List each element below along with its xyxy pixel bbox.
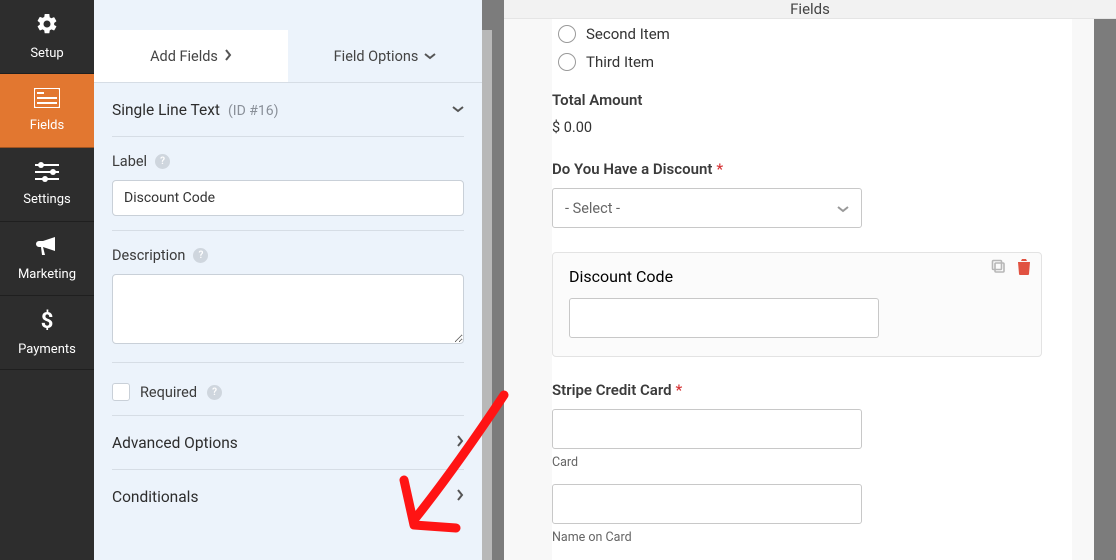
nav-label: Marketing	[18, 267, 76, 282]
total-amount-label: Total Amount	[552, 91, 1042, 109]
scrollbar-thumb[interactable]	[482, 30, 492, 560]
nav-label: Payments	[18, 342, 76, 357]
field-label: Stripe Credit Card	[552, 381, 672, 399]
chevron-right-icon	[456, 489, 464, 505]
conditionals-section[interactable]: Conditionals	[112, 470, 464, 524]
total-amount-value: $ 0.00	[552, 119, 1042, 136]
chevron-right-icon	[456, 435, 464, 451]
card-sublabel: Card	[552, 455, 1042, 470]
help-icon[interactable]: ?	[155, 154, 170, 169]
total-amount-field[interactable]: Total Amount $ 0.00	[552, 91, 1042, 136]
name-on-card-input[interactable]	[552, 484, 862, 524]
radio-option[interactable]: Second Item	[558, 25, 1042, 43]
required-checkbox[interactable]	[112, 383, 130, 401]
chevron-down-icon	[837, 200, 849, 217]
field-id-label: (ID #16)	[228, 103, 279, 119]
chevron-right-icon	[224, 49, 232, 64]
discount-question-field[interactable]: Do You Have a Discount * - Select -	[552, 160, 1042, 228]
tab-field-options[interactable]: Field Options	[288, 30, 482, 82]
preview-area: Fields Second Item Third Item	[504, 0, 1116, 560]
field-label: Do You Have a Discount	[552, 160, 712, 178]
nav-label: Settings	[23, 192, 70, 207]
chevron-down-icon	[424, 49, 436, 63]
dollar-icon: $	[40, 308, 54, 336]
svg-text:$: $	[41, 309, 54, 332]
help-icon[interactable]: ?	[207, 385, 222, 400]
field-type-title: Single Line Text	[112, 101, 220, 119]
discount-select[interactable]: - Select -	[552, 188, 862, 228]
description-title: Description	[112, 247, 185, 264]
label-input[interactable]	[112, 180, 464, 216]
chevron-down-icon	[452, 102, 464, 117]
panel-scrollbar[interactable]	[482, 30, 492, 560]
gear-icon	[35, 12, 59, 40]
form-icon	[34, 88, 60, 112]
radio-icon	[558, 25, 576, 43]
field-label: Discount Code	[569, 267, 1025, 286]
select-placeholder: - Select -	[565, 200, 620, 217]
sliders-icon	[35, 162, 59, 186]
advanced-options-section[interactable]: Advanced Options	[112, 416, 464, 470]
preview-gutter	[1094, 19, 1116, 560]
radio-label: Second Item	[586, 25, 670, 43]
conditionals-title: Conditionals	[112, 488, 198, 506]
description-input[interactable]	[112, 274, 464, 344]
duplicate-icon[interactable]	[991, 259, 1007, 279]
nav-label: Setup	[30, 46, 63, 61]
card-input[interactable]	[552, 409, 862, 449]
help-icon[interactable]: ?	[193, 248, 208, 263]
nav-marketing[interactable]: Marketing	[0, 222, 94, 296]
required-asterisk: *	[676, 381, 683, 399]
trash-icon[interactable]	[1017, 259, 1031, 279]
stripe-card-field[interactable]: Stripe Credit Card * Card Name on Card	[552, 381, 1042, 545]
tab-label: Field Options	[334, 48, 419, 65]
nav-label: Fields	[30, 118, 64, 133]
panel-tabs: Add Fields Field Options	[94, 30, 482, 83]
label-title: Label	[112, 153, 147, 170]
main-nav: Setup Fields Settings Marketing $ Paymen…	[0, 0, 94, 560]
nav-setup[interactable]: Setup	[0, 0, 94, 74]
field-options-panel: Add Fields Field Options Single Line Tex…	[94, 0, 482, 560]
tab-label: Add Fields	[150, 48, 218, 65]
nav-settings[interactable]: Settings	[0, 148, 94, 222]
discount-code-input[interactable]	[569, 298, 879, 338]
required-asterisk: *	[716, 160, 723, 178]
field-type-header[interactable]: Single Line Text (ID #16)	[112, 83, 464, 137]
preview-header: Fields	[504, 0, 1116, 19]
radio-icon	[558, 53, 576, 71]
radio-option[interactable]: Third Item	[558, 53, 1042, 71]
nav-fields[interactable]: Fields	[0, 74, 94, 148]
nav-payments[interactable]: $ Payments	[0, 296, 94, 370]
advanced-options-title: Advanced Options	[112, 434, 238, 452]
bullhorn-icon	[35, 235, 59, 261]
required-label: Required	[140, 384, 197, 401]
discount-code-field-card[interactable]: Discount Code	[552, 252, 1042, 357]
radio-label: Third Item	[586, 53, 654, 71]
tab-add-fields[interactable]: Add Fields	[94, 30, 288, 82]
name-on-card-sublabel: Name on Card	[552, 530, 1042, 545]
